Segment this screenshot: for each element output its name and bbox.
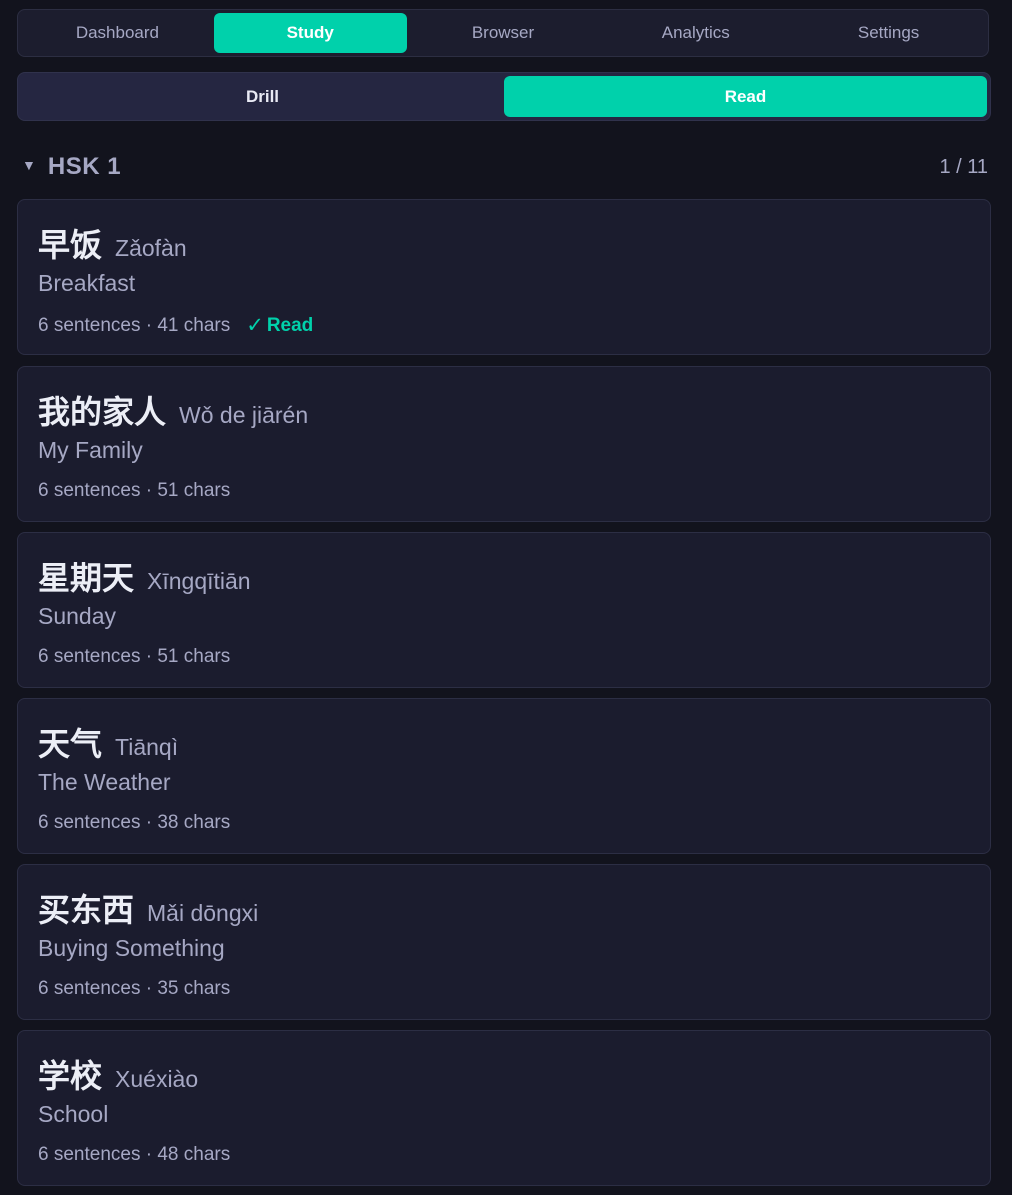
lesson-pinyin: Wǒ de jiārén	[179, 402, 309, 428]
lesson-hanzi: 星期天	[38, 560, 135, 596]
lesson-card[interactable]: 天气 Tiānqì The Weather 6 sentences · 38 c…	[17, 698, 991, 854]
section-title: HSK 1	[47, 153, 122, 180]
check-icon: ✓	[246, 314, 264, 337]
tab-browser[interactable]: Browser	[407, 13, 600, 53]
section-toggle[interactable]: ▼ HSK 1	[22, 153, 121, 181]
main-nav-tabs: Dashboard Study Browser Analytics Settin…	[17, 9, 989, 57]
section-header: ▼ HSK 1 1 / 11	[22, 150, 988, 184]
mode-drill-button[interactable]: Drill	[21, 76, 504, 117]
caret-down-icon[interactable]: ▼	[22, 157, 36, 173]
lesson-meta: 6 sentences · 38 chars	[38, 812, 231, 833]
lesson-english: My Family	[38, 437, 143, 463]
lesson-hanzi: 买东西	[38, 892, 135, 928]
lesson-card[interactable]: 星期天 Xīngqītiān Sunday 6 sentences · 51 c…	[17, 532, 991, 688]
lesson-card[interactable]: 学校 Xuéxiào School 6 sentences · 48 chars	[17, 1030, 991, 1186]
lesson-pinyin: Zǎofàn	[115, 235, 187, 261]
lesson-meta: 6 sentences · 35 chars	[38, 978, 231, 999]
read-status-badge: ✓ Read	[246, 313, 313, 338]
lesson-english: Sunday	[38, 603, 117, 629]
lesson-pinyin: Xuéxiào	[115, 1066, 199, 1092]
lesson-english: Buying Something	[38, 935, 225, 961]
lesson-pinyin: Tiānqì	[115, 734, 179, 760]
lesson-hanzi: 我的家人	[38, 394, 167, 430]
lesson-hanzi: 天气	[38, 726, 103, 762]
lesson-english: Breakfast	[38, 270, 136, 296]
study-page: Dashboard Study Browser Analytics Settin…	[0, 0, 1012, 1195]
mode-toggle: Drill Read	[17, 72, 991, 121]
read-status-label: Read	[266, 314, 314, 336]
tab-analytics[interactable]: Analytics	[599, 13, 792, 53]
lesson-card[interactable]: 我的家人 Wǒ de jiārén My Family 6 sentences …	[17, 366, 991, 522]
lesson-hanzi: 学校	[38, 1058, 103, 1094]
lesson-pinyin: Xīngqītiān	[147, 568, 251, 594]
section-count: 1 / 11	[939, 155, 988, 178]
lesson-english: The Weather	[38, 769, 171, 795]
mode-read-button[interactable]: Read	[504, 76, 987, 117]
lesson-english: School	[38, 1101, 109, 1127]
lesson-card[interactable]: 早饭 Zǎofàn Breakfast 6 sentences · 41 cha…	[17, 199, 991, 355]
tab-settings[interactable]: Settings	[792, 13, 985, 53]
lesson-meta: 6 sentences · 51 chars	[38, 646, 231, 667]
tab-dashboard[interactable]: Dashboard	[21, 13, 214, 53]
lesson-meta: 6 sentences · 51 chars	[38, 480, 231, 501]
lesson-meta: 6 sentences · 41 chars	[38, 314, 231, 336]
lesson-hanzi: 早饭	[38, 227, 103, 263]
tab-study[interactable]: Study	[213, 13, 407, 53]
lesson-meta: 6 sentences · 48 chars	[38, 1144, 231, 1165]
lesson-pinyin: Mǎi dōngxi	[147, 900, 259, 926]
lesson-card[interactable]: 买东西 Mǎi dōngxi Buying Something 6 senten…	[17, 864, 991, 1020]
